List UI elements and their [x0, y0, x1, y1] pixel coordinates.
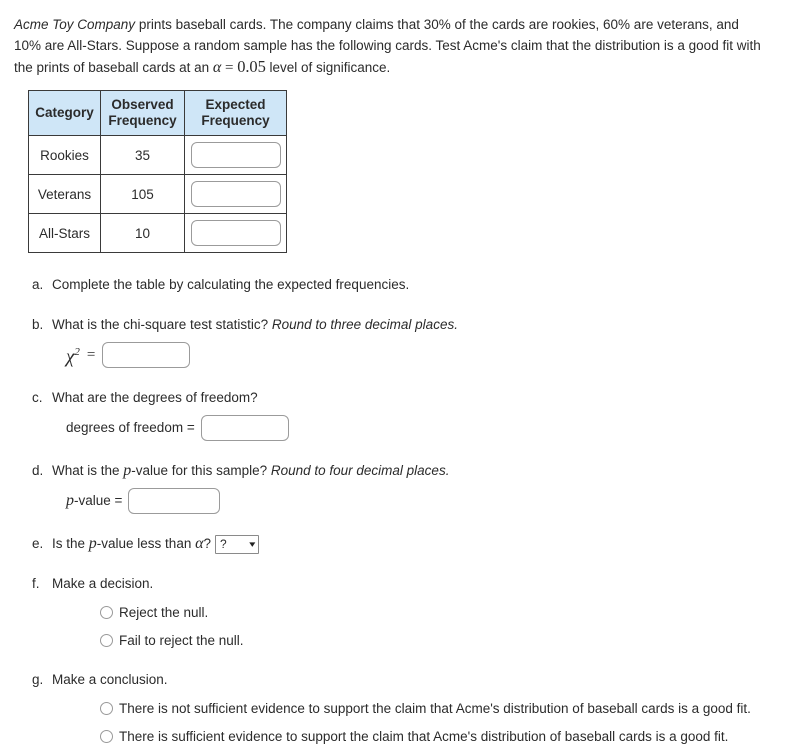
question-b-answer-row: χ2 = — [52, 342, 792, 368]
question-f: f. Make a decision. Reject the null. Fai… — [14, 574, 792, 650]
p-value-label-text: -value = — [74, 493, 123, 508]
question-a: a. Complete the table by calculating the… — [14, 275, 792, 295]
table-row: Veterans 105 — [28, 174, 287, 214]
question-e-label: e. — [32, 536, 44, 551]
header-line: Frequency — [201, 113, 270, 128]
cell-observed-rookies: 35 — [100, 135, 185, 175]
cell-observed-veterans: 105 — [100, 174, 185, 214]
question-g-text: Make a conclusion. — [52, 672, 168, 687]
question-e-text-mid: -value less than — [96, 536, 196, 551]
column-header-expected-frequency: Expected Frequency — [184, 90, 287, 136]
question-g-label: g. — [32, 672, 44, 687]
column-header-observed-frequency: Observed Frequency — [100, 90, 185, 136]
degrees-of-freedom-input[interactable] — [200, 415, 289, 441]
question-c-label: c. — [32, 390, 43, 405]
expected-frequency-input-veterans[interactable] — [190, 181, 281, 207]
question-e: e. Is the p-value less than α?? ▾ — [14, 534, 792, 554]
table-header-row: Category Observed Frequency Expected Fre… — [28, 90, 287, 136]
radio-icon[interactable] — [100, 606, 113, 619]
question-f-label: f. — [32, 576, 40, 591]
header-line: Expected — [205, 97, 266, 112]
question-g: g. Make a conclusion. There is not suffi… — [14, 670, 792, 746]
alpha-value: 0.05 — [237, 57, 266, 76]
question-g-options: There is not sufficient evidence to supp… — [52, 699, 792, 746]
frequency-table: Category Observed Frequency Expected Fre… — [28, 90, 287, 253]
radio-icon[interactable] — [100, 702, 113, 715]
question-d-answer-row: p-value = — [52, 488, 792, 514]
chi-exponent: 2 — [74, 346, 80, 359]
cell-category-veterans: Veterans — [28, 174, 101, 214]
question-a-label: a. — [32, 277, 44, 292]
cell-category-all-stars: All-Stars — [28, 213, 101, 253]
question-d: d. What is the p-value for this sample? … — [14, 461, 792, 514]
question-b-text: What is the chi-square test statistic? — [52, 317, 272, 332]
question-d-text-after: -value for this sample? — [131, 463, 271, 478]
option-fail-to-reject-the-null[interactable]: Fail to reject the null. — [100, 631, 792, 650]
question-b-label: b. — [32, 317, 44, 332]
chi-square-input[interactable] — [102, 342, 191, 368]
option-not-sufficient-evidence[interactable]: There is not sufficient evidence to supp… — [100, 699, 792, 718]
column-header-category: Category — [28, 90, 101, 136]
p-value-comparison-select[interactable]: ? ▾ — [215, 534, 260, 554]
question-e-text-after: ? — [203, 536, 212, 551]
option-reject-the-null[interactable]: Reject the null. — [100, 603, 792, 622]
p-symbol: p — [66, 492, 74, 509]
expected-frequency-input-all-stars[interactable] — [190, 220, 281, 246]
table-row: All-Stars 10 — [28, 213, 287, 253]
equals-sign: = — [221, 60, 238, 76]
company-name: Acme Toy Company — [14, 17, 136, 32]
question-e-text-before: Is the — [52, 536, 89, 551]
expected-frequency-input-rookies[interactable] — [190, 142, 281, 168]
option-label: There is not sufficient evidence to supp… — [119, 701, 751, 716]
question-c: c. What are the degrees of freedom? degr… — [14, 388, 792, 441]
select-value: ? — [220, 537, 227, 552]
cell-category-rookies: Rookies — [28, 135, 101, 175]
question-f-text: Make a decision. — [52, 576, 154, 591]
header-line: Category — [35, 105, 94, 120]
problem-text-part-2: level of significance. — [265, 60, 391, 75]
question-list: a. Complete the table by calculating the… — [14, 275, 792, 746]
option-label: There is sufficient evidence to support … — [119, 729, 729, 744]
question-b-emphasis: Round to three decimal places. — [271, 317, 458, 332]
radio-icon[interactable] — [100, 730, 113, 743]
p-symbol: p — [88, 535, 97, 552]
radio-icon[interactable] — [100, 634, 113, 647]
question-b: b. What is the chi-square test statistic… — [14, 315, 792, 368]
p-value-input[interactable] — [128, 488, 221, 514]
question-a-text: Complete the table by calculating the ex… — [52, 277, 410, 292]
cell-expected-rookies — [184, 135, 287, 175]
option-label: Fail to reject the null. — [119, 633, 244, 648]
problem-statement: Acme Toy Company prints baseball cards. … — [14, 14, 766, 79]
problem-page: Acme Toy Company prints baseball cards. … — [0, 0, 808, 746]
chevron-down-icon: ▾ — [249, 538, 256, 549]
header-line: Observed — [111, 97, 174, 112]
question-d-emphasis: Round to four decimal places. — [270, 463, 450, 478]
degrees-of-freedom-label: degrees of freedom = — [66, 420, 195, 435]
question-d-label: d. — [32, 463, 44, 478]
table-row: Rookies 35 — [28, 135, 287, 175]
cell-expected-all-stars — [184, 213, 287, 253]
option-sufficient-evidence[interactable]: There is sufficient evidence to support … — [100, 727, 792, 746]
header-line: Frequency — [108, 113, 177, 128]
chi-equals-sign: = — [86, 347, 96, 363]
question-c-answer-row: degrees of freedom = — [52, 415, 792, 441]
question-d-text-before: What is the — [52, 463, 124, 478]
alpha-symbol: α — [195, 535, 204, 552]
cell-observed-all-stars: 10 — [100, 213, 185, 253]
question-f-options: Reject the null. Fail to reject the null… — [52, 603, 792, 650]
option-label: Reject the null. — [119, 605, 209, 620]
p-value-answer-label: p-value = — [66, 491, 122, 511]
question-c-text: What are the degrees of freedom? — [52, 390, 258, 405]
cell-expected-veterans — [184, 174, 287, 214]
chi-symbol: χ2 — [66, 346, 80, 368]
